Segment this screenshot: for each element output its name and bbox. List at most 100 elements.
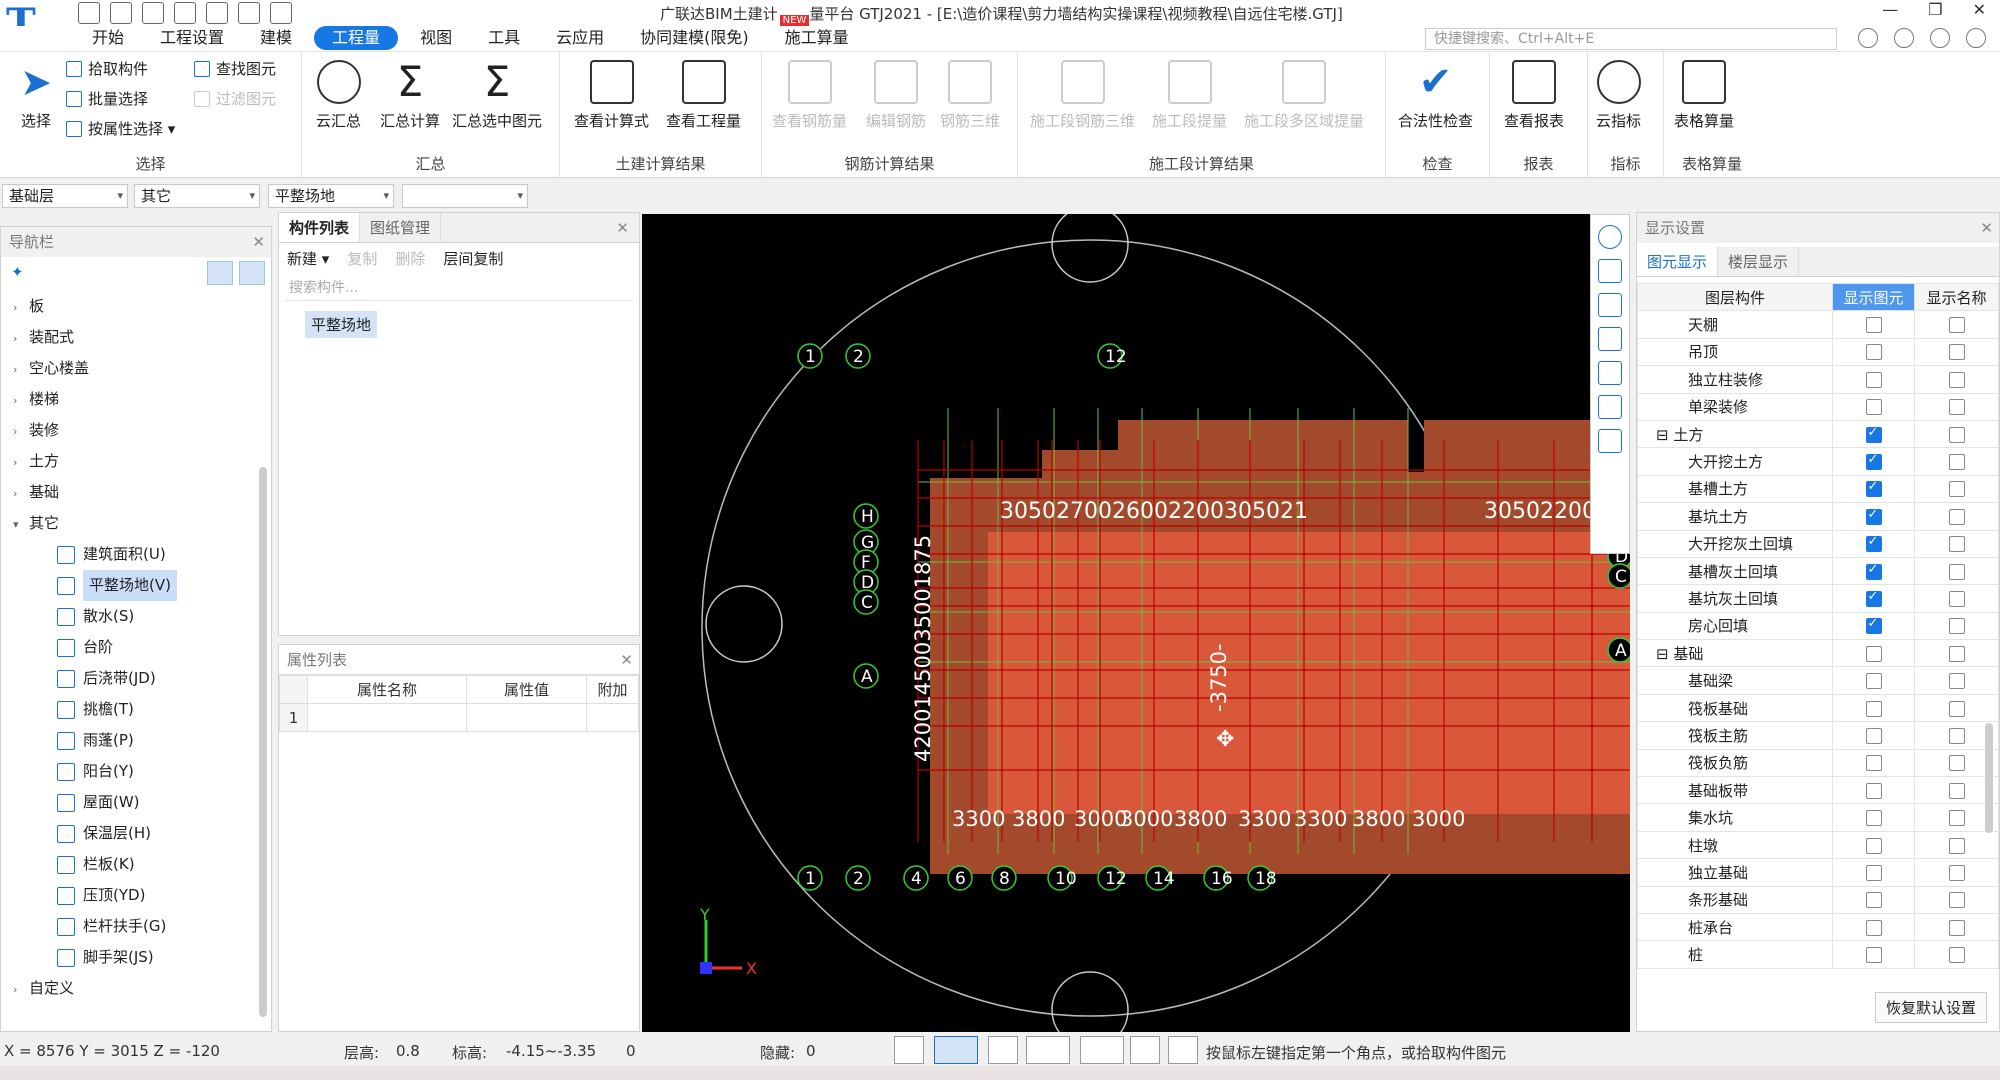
menu-tab-4[interactable]: 视图 xyxy=(406,26,466,50)
table-row[interactable]: 基槽灰土回填 xyxy=(1637,556,1999,586)
validity-check-button[interactable]: ✔ 合法性检查 xyxy=(1398,60,1473,131)
sum-icon[interactable] xyxy=(238,2,260,24)
nav-item[interactable]: › 楼梯 xyxy=(1,384,271,415)
nav-subitem[interactable]: 保温层(H) xyxy=(1,818,271,849)
arc-icon[interactable] xyxy=(1168,1036,1198,1064)
nav-scrollbar[interactable] xyxy=(259,467,267,1017)
show-element-checkbox[interactable] xyxy=(1865,864,1882,881)
table-row[interactable]: 大开挖灰土回填 xyxy=(1637,529,1999,558)
show-name-checkbox[interactable] xyxy=(1948,344,1965,361)
tab-element-display[interactable]: 图元显示 xyxy=(1637,247,1719,276)
shirt-icon[interactable] xyxy=(1966,28,1986,48)
save-icon[interactable] xyxy=(174,2,196,24)
close-icon[interactable]: ✕ xyxy=(1980,213,1993,243)
tab-component-list[interactable]: 构件列表 xyxy=(279,213,361,242)
3d-solid-icon[interactable] xyxy=(1598,327,1622,351)
show-name-checkbox[interactable] xyxy=(1948,536,1965,553)
table-row[interactable]: 集水坑 xyxy=(1637,803,1999,832)
table-row[interactable]: 独立柱装修 xyxy=(1637,365,1999,394)
table-row[interactable]: 1 xyxy=(279,703,639,732)
settings-list-icon[interactable] xyxy=(1598,429,1622,453)
table-row[interactable]: 桩 xyxy=(1637,940,1999,969)
batch-select-button[interactable]: 批量选择 xyxy=(66,88,148,109)
list-view-icon[interactable] xyxy=(207,261,233,285)
show-element-checkbox[interactable] xyxy=(1865,562,1882,580)
display-scrollbar[interactable] xyxy=(1985,723,1993,833)
floor-copy-button[interactable]: 层间复制 xyxy=(443,248,503,269)
table-row[interactable]: 独立基础 xyxy=(1637,858,1999,887)
restore-icon[interactable]: ❐ xyxy=(1928,0,1942,19)
show-name-checkbox[interactable] xyxy=(1948,317,1965,334)
show-name-checkbox[interactable] xyxy=(1948,673,1965,690)
cross-select-icon[interactable] xyxy=(988,1036,1018,1064)
menu-tab-6[interactable]: 云应用 xyxy=(542,26,618,50)
table-row[interactable]: 柱墩 xyxy=(1637,830,1999,860)
help-icon[interactable] xyxy=(1930,28,1950,48)
show-element-checkbox[interactable] xyxy=(1865,452,1882,471)
show-element-checkbox[interactable] xyxy=(1865,589,1882,607)
floor-select[interactable]: 基础层 xyxy=(2,184,128,208)
nav-item[interactable]: › 基础 xyxy=(1,477,271,508)
table-row[interactable]: 基坑土方 xyxy=(1637,502,1999,531)
show-name-checkbox[interactable] xyxy=(1948,700,1965,717)
nav-subitem[interactable]: 栏板(K) xyxy=(1,849,271,880)
window-controls[interactable]: — ❐ ✕ xyxy=(1882,0,1986,19)
user-icon[interactable] xyxy=(1858,28,1878,48)
show-element-checkbox[interactable] xyxy=(1865,700,1882,717)
table-row[interactable]: 房心回填 xyxy=(1637,611,1999,641)
nav-subitem[interactable]: 挑檐(T) xyxy=(1,694,271,725)
quick-access-toolbar[interactable] xyxy=(64,2,292,24)
component-item[interactable]: 平整场地 xyxy=(305,311,378,338)
nav-subitem[interactable]: 台阶 xyxy=(1,632,271,663)
tab-drawing-management[interactable]: 图纸管理 xyxy=(360,213,442,242)
show-element-checkbox[interactable] xyxy=(1865,782,1882,799)
snap-icon[interactable] xyxy=(1080,1036,1124,1064)
canvas-drawing[interactable]: 1212124681012141618HGFDCAJHGDCA305027002… xyxy=(642,214,1630,1032)
stage-rebar-3d-button[interactable]: 施工段钢筋三维 xyxy=(1030,60,1135,131)
delete-button[interactable]: 删除 xyxy=(395,248,425,269)
rebar-3d-button[interactable]: 钢筋三维 xyxy=(940,60,1000,131)
drawing-canvas[interactable]: 1212124681012141618HGFDCAJHGDCA305027002… xyxy=(642,214,1630,1032)
orbit-icon[interactable] xyxy=(1598,225,1622,249)
nav-item[interactable]: › 土方 xyxy=(1,446,271,477)
menu-tab-8[interactable]: 施工算量 xyxy=(771,26,863,50)
show-element-checkbox[interactable] xyxy=(1865,727,1882,744)
nav-subitem[interactable]: 栏杆扶手(G) xyxy=(1,911,271,942)
rectangle-select-icon[interactable] xyxy=(934,1036,978,1064)
show-element-checkbox[interactable] xyxy=(1865,317,1882,334)
3d-box-icon[interactable] xyxy=(1598,293,1622,317)
nav-item[interactable]: › 空心楼盖 xyxy=(1,353,271,384)
chat-icon[interactable] xyxy=(1894,28,1914,48)
fullscreen-icon[interactable] xyxy=(1598,361,1622,385)
show-element-checkbox[interactable] xyxy=(1865,479,1882,498)
show-element-checkbox[interactable] xyxy=(1865,673,1882,690)
nav-subitem[interactable]: 压顶(YD) xyxy=(1,880,271,911)
nav-subitem[interactable]: 散水(S) xyxy=(1,601,271,632)
table-row[interactable]: 筏板基础 xyxy=(1637,693,1999,723)
table-row[interactable]: 基槽土方 xyxy=(1637,474,1999,504)
nav-subitem[interactable]: 屋面(W) xyxy=(1,787,271,818)
menu-tab-1[interactable]: 工程设置 xyxy=(146,26,238,50)
select-button[interactable]: ➤ 选择 xyxy=(14,60,58,131)
cloud-summary-button[interactable]: 云汇总 xyxy=(316,60,361,131)
select-by-property-button[interactable]: 按属性选择 ▾ xyxy=(66,118,175,139)
nav-subitem[interactable]: 雨蓬(P) xyxy=(1,725,271,756)
show-name-checkbox[interactable] xyxy=(1948,371,1965,388)
minimize-icon[interactable]: — xyxy=(1882,0,1898,19)
component-type-select[interactable]: 平整场地 xyxy=(268,184,394,208)
table-row[interactable]: 吊顶 xyxy=(1637,337,1999,367)
show-name-checkbox[interactable] xyxy=(1948,590,1965,607)
nav-item[interactable]: › 板 xyxy=(1,291,271,322)
summary-calc-button[interactable]: Σ 汇总计算 xyxy=(380,60,440,131)
undo-icon[interactable] xyxy=(78,2,100,24)
find-element-button[interactable]: 查找图元 xyxy=(194,58,276,79)
edit-rebar-button[interactable]: 编辑钢筋 xyxy=(866,60,926,131)
dynamic-input-icon[interactable] xyxy=(1130,1036,1160,1064)
show-name-checkbox[interactable] xyxy=(1948,399,1965,416)
show-name-checkbox[interactable] xyxy=(1948,563,1965,580)
show-name-checkbox[interactable] xyxy=(1948,426,1965,443)
open-icon[interactable] xyxy=(142,2,164,24)
nav-subitem[interactable]: 阳台(Y) xyxy=(1,756,271,787)
show-element-checkbox[interactable] xyxy=(1865,837,1882,854)
show-element-checkbox[interactable] xyxy=(1865,755,1882,772)
